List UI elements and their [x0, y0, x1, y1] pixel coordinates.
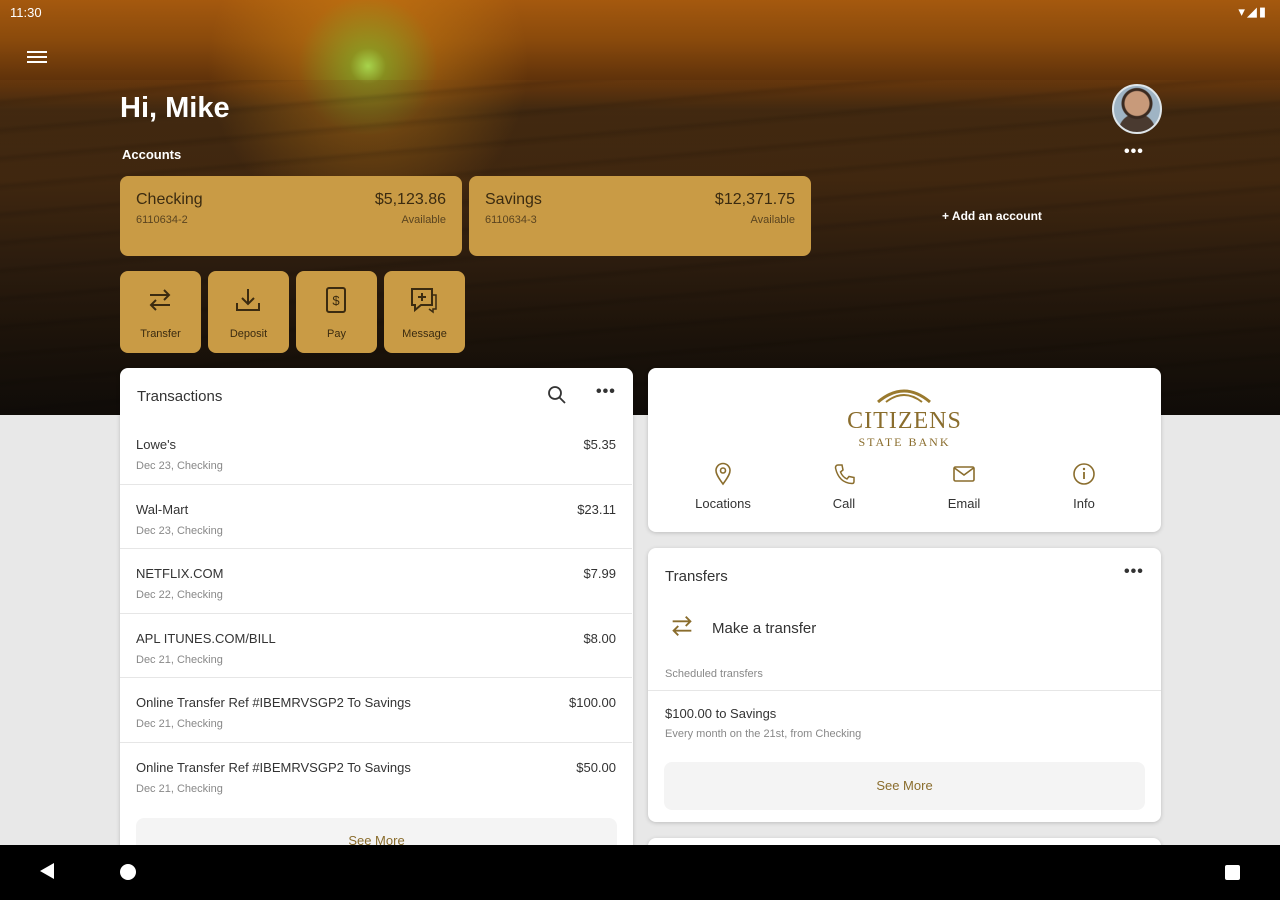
transaction-detail: Dec 23, Checking: [136, 460, 223, 472]
transaction-description: Online Transfer Ref #IBEMRVSGP2 To Savin…: [136, 695, 411, 711]
email-icon: [953, 466, 975, 482]
scheduled-transfer-title: $100.00 to Savings: [665, 706, 777, 721]
pay-label: Pay: [327, 328, 346, 340]
account-number: 6110634-3: [485, 214, 537, 226]
profile-avatar[interactable]: [1112, 84, 1162, 134]
divider: [648, 690, 1161, 691]
locations-label: Locations: [695, 496, 751, 511]
account-balance: $12,371.75: [714, 191, 795, 208]
phone-icon: [834, 464, 855, 485]
transaction-detail: Dec 21, Checking: [136, 653, 223, 666]
info-button[interactable]: Info: [1024, 462, 1144, 511]
bank-info-card: CITIZENS STATE BANK Locations Call Email…: [648, 368, 1161, 532]
info-icon: [1073, 463, 1095, 485]
hamburger-menu-icon[interactable]: [27, 48, 47, 64]
email-button[interactable]: Email: [904, 462, 1024, 511]
transaction-detail: Dec 21, Checking: [136, 718, 223, 731]
transaction-description: NETFLIX.COM: [136, 566, 224, 582]
transaction-detail: Dec 22, Checking: [136, 589, 223, 602]
account-card-checking[interactable]: Checking 6110634-2 $5,123.86 Available: [120, 176, 462, 256]
transfer-icon: [672, 616, 692, 636]
pay-button[interactable]: $ Pay: [296, 271, 377, 353]
transaction-row[interactable]: APL ITUNES.COM/BILL Dec 21, Checking $8.…: [120, 614, 632, 679]
status-bar: 11:30 ▾◢▮: [0, 0, 1280, 26]
transaction-description: Lowe's: [136, 437, 177, 452]
scheduled-transfers-label: Scheduled transfers: [665, 668, 763, 680]
location-pin-icon: [715, 462, 731, 486]
scheduled-transfer-row[interactable]: $100.00 to Savings Every month on the 21…: [648, 693, 1161, 743]
add-account-link[interactable]: + Add an account: [942, 209, 1042, 223]
download-icon: [236, 289, 260, 311]
status-icons: ▾◢▮: [1238, 4, 1268, 19]
status-time: 11:30: [10, 5, 42, 20]
make-transfer-button[interactable]: Make a transfer: [648, 606, 1161, 652]
account-name: Checking: [136, 191, 203, 208]
transaction-detail: Dec 21, Checking: [136, 782, 223, 795]
call-label: Call: [832, 496, 856, 511]
transfers-card: Transfers ••• Make a transfer Scheduled …: [648, 548, 1161, 822]
account-balance-label: Available: [750, 214, 795, 226]
bank-logo-name: CITIZENS: [847, 408, 962, 434]
transaction-row[interactable]: Online Transfer Ref #IBEMRVSGP2 To Savin…: [120, 678, 632, 743]
transfer-icon: [149, 289, 171, 311]
accounts-more-icon[interactable]: •••: [1124, 143, 1144, 161]
message-icon: [411, 288, 437, 314]
transactions-more-icon[interactable]: •••: [596, 383, 616, 401]
account-name: Savings: [485, 191, 542, 208]
system-navigation-bar: [0, 845, 1280, 900]
transaction-row[interactable]: Online Transfer Ref #IBEMRVSGP2 To Savin…: [120, 743, 632, 808]
transaction-row[interactable]: Lowe's Dec 23, Checking $5.35: [120, 420, 632, 485]
transfers-see-more-button[interactable]: See More: [664, 762, 1145, 810]
message-button[interactable]: Message: [384, 271, 465, 353]
scheduled-transfer-detail: Every month on the 21st, from Checking: [665, 728, 862, 740]
greeting-title: Hi, Mike: [120, 92, 230, 124]
dollar-bill-icon: $: [326, 287, 346, 313]
transaction-amount: $100.00: [569, 695, 616, 711]
call-button[interactable]: Call: [784, 462, 904, 511]
locations-button[interactable]: Locations: [663, 462, 783, 511]
transfers-more-icon[interactable]: •••: [1124, 563, 1144, 581]
transaction-amount: $8.00: [583, 630, 616, 646]
transfer-label: Transfer: [140, 328, 181, 340]
make-transfer-label: Make a transfer: [712, 620, 817, 637]
back-icon[interactable]: [40, 863, 54, 879]
deposit-button[interactable]: Deposit: [208, 271, 289, 353]
transactions-title: Transactions: [137, 388, 223, 405]
account-balance-label: Available: [401, 214, 446, 226]
transaction-description: APL ITUNES.COM/BILL: [136, 630, 276, 646]
account-card-savings[interactable]: Savings 6110634-3 $12,371.75 Available: [469, 176, 811, 256]
transactions-card: Transactions ••• Lowe's Dec 23, Checking…: [120, 368, 633, 868]
transaction-description: Wal-Mart: [136, 501, 189, 517]
transaction-amount: $5.35: [583, 437, 616, 452]
account-balance: $5,123.86: [374, 191, 446, 208]
home-icon[interactable]: [120, 864, 136, 880]
email-label: Email: [947, 496, 981, 511]
search-icon[interactable]: [547, 385, 567, 405]
bank-logo-subtitle: STATE BANK: [858, 435, 951, 449]
transaction-description: Online Transfer Ref #IBEMRVSGP2 To Savin…: [136, 759, 411, 775]
transaction-amount: $23.11: [577, 501, 616, 517]
transfer-button[interactable]: Transfer: [120, 271, 201, 353]
recent-apps-icon[interactable]: [1225, 865, 1240, 880]
deposit-label: Deposit: [229, 328, 268, 340]
account-number: 6110634-2: [136, 214, 188, 226]
message-label: Message: [402, 328, 447, 340]
info-label: Info: [1073, 496, 1095, 511]
transaction-amount: $7.99: [583, 566, 616, 582]
transaction-row[interactable]: Wal-Mart Dec 23, Checking $23.11: [120, 485, 632, 550]
transfers-title: Transfers: [665, 568, 728, 585]
accounts-label: Accounts: [122, 147, 182, 162]
svg-text:$: $: [332, 293, 340, 308]
transaction-detail: Dec 23, Checking: [136, 524, 223, 537]
transaction-amount: $50.00: [576, 759, 616, 775]
transaction-row[interactable]: NETFLIX.COM Dec 22, Checking $7.99: [120, 549, 632, 614]
transactions-list: Lowe's Dec 23, Checking $5.35 Wal-Mart D…: [120, 420, 632, 808]
